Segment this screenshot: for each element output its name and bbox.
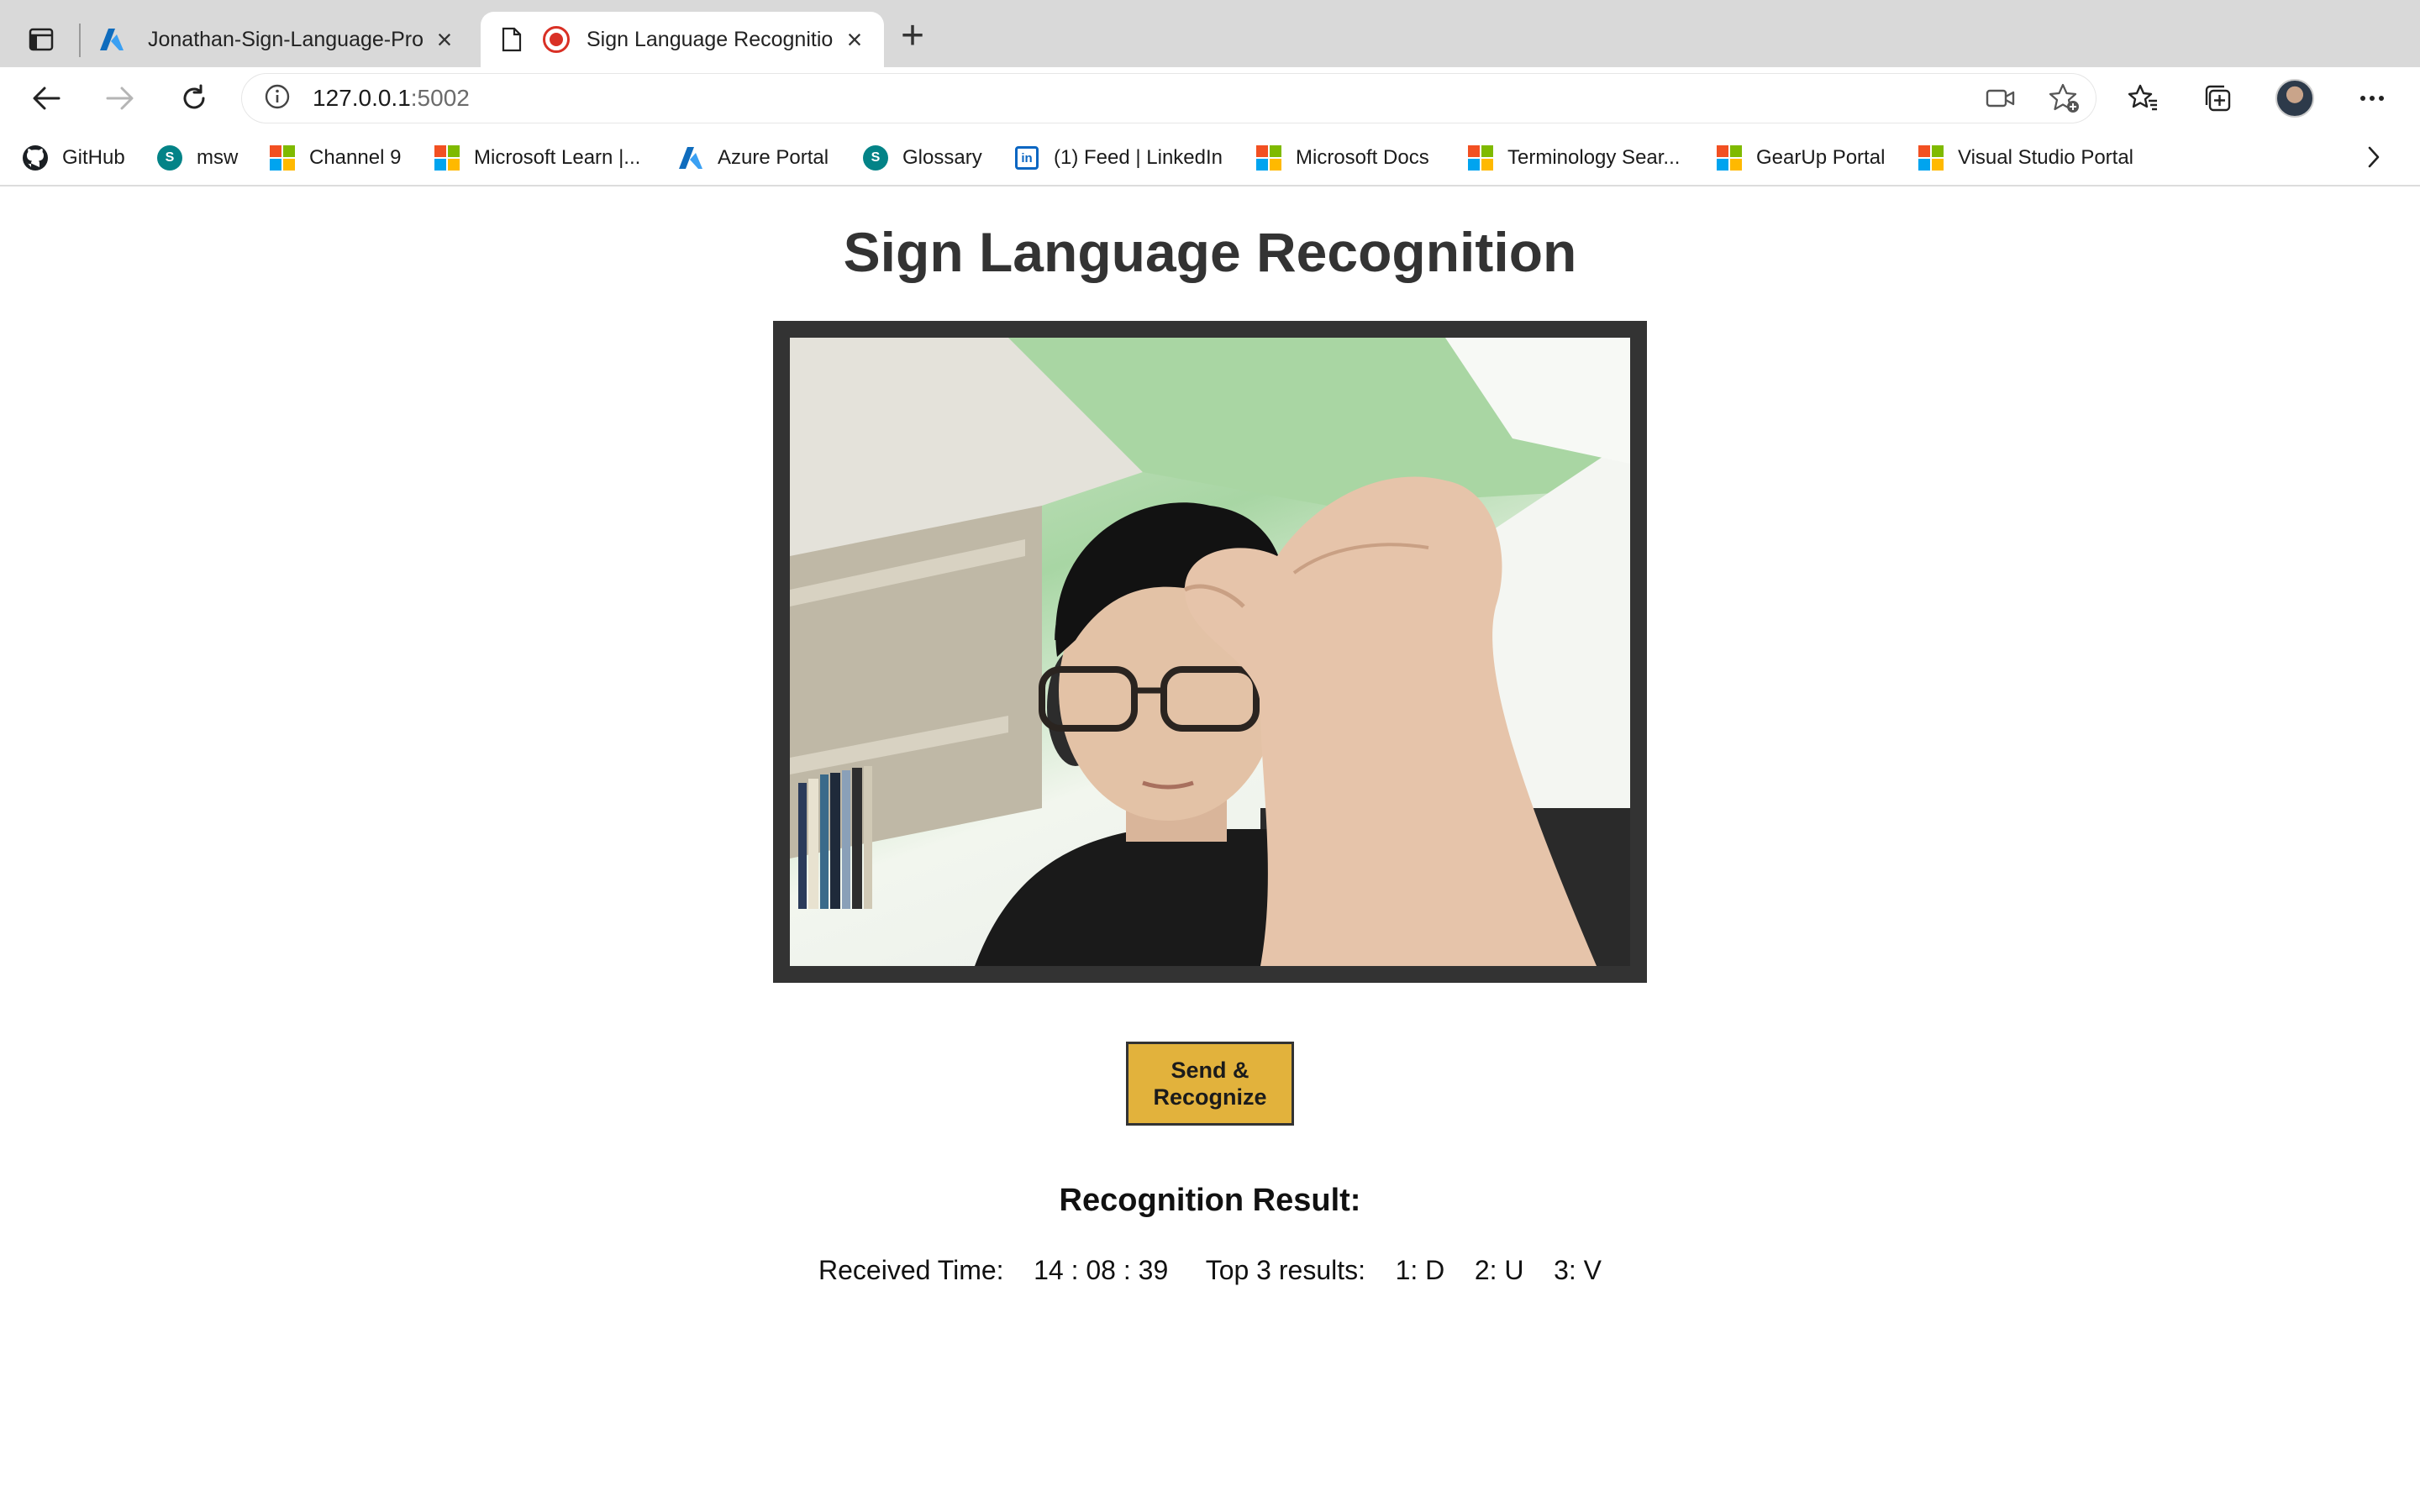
tab-title: Jonathan-Sign-Language-Pro xyxy=(148,27,424,51)
url-port: :5002 xyxy=(410,85,470,111)
linkedin-icon: in xyxy=(1013,144,1040,171)
close-tab-icon[interactable]: × xyxy=(842,26,867,53)
bookmark-label: (1) Feed | LinkedIn xyxy=(1054,146,1223,169)
bookmark-msw[interactable]: S msw xyxy=(156,141,238,175)
microsoft-icon xyxy=(1255,144,1282,171)
bookmark-microsoft-docs[interactable]: Microsoft Docs xyxy=(1255,141,1429,175)
tab-actions-icon[interactable] xyxy=(22,22,60,57)
bookmark-azure-portal[interactable]: Azure Portal xyxy=(677,141,829,175)
tab-strip: Jonathan-Sign-Language-Pro × Sign Langua… xyxy=(0,0,2420,67)
microsoft-icon xyxy=(1467,144,1494,171)
bookmark-label: Microsoft Docs xyxy=(1296,146,1429,169)
azure-icon xyxy=(677,144,704,171)
bookmark-label: Microsoft Learn |... xyxy=(474,146,641,169)
bookmark-label: GitHub xyxy=(62,146,125,169)
back-icon[interactable] xyxy=(25,77,67,119)
microsoft-icon xyxy=(1716,144,1743,171)
result-1: 1: D xyxy=(1395,1255,1445,1285)
bookmark-label: Channel 9 xyxy=(309,146,402,169)
browser-toolbar: 127.0.0.1:5002 xyxy=(0,67,2420,129)
bookmark-linkedin[interactable]: in (1) Feed | LinkedIn xyxy=(1013,141,1223,175)
page-content: Sign Language Recognition Send & Recogni… xyxy=(0,186,2420,1512)
site-info-icon[interactable] xyxy=(264,83,291,114)
bookmark-terminology-search[interactable]: Terminology Sear... xyxy=(1467,141,1680,175)
recognition-result-heading: Recognition Result: xyxy=(1059,1183,1361,1218)
top3-label: Top 3 results: xyxy=(1205,1255,1365,1285)
camera-in-use-icon[interactable] xyxy=(1980,74,2022,123)
send-recognize-button[interactable]: Send & Recognize xyxy=(1126,1042,1294,1126)
bookmark-label: Azure Portal xyxy=(718,146,829,169)
tab-azure-project[interactable]: Jonathan-Sign-Language-Pro × xyxy=(87,12,474,67)
github-icon xyxy=(22,144,49,171)
sharepoint-icon: S xyxy=(156,144,183,171)
page-title: Sign Language Recognition xyxy=(843,221,1577,283)
bookmarks-bar: GitHub S msw Channel 9 Microsoft Learn |… xyxy=(0,129,2420,186)
profile-avatar[interactable] xyxy=(2274,77,2316,119)
bookmark-visual-studio-portal[interactable]: Visual Studio Portal xyxy=(1918,141,2133,175)
new-tab-icon[interactable]: + xyxy=(896,16,929,56)
more-bookmarks-chevron-icon[interactable] xyxy=(2361,144,2386,170)
add-favorite-icon[interactable] xyxy=(2044,74,2086,123)
result-3: 3: V xyxy=(1554,1255,1602,1285)
webcam-video xyxy=(790,338,1630,966)
bookmark-channel-9[interactable]: Channel 9 xyxy=(269,141,401,175)
forward-icon[interactable] xyxy=(99,77,141,119)
received-time-value: 14 : 08 : 39 xyxy=(1034,1255,1169,1285)
refresh-icon[interactable] xyxy=(173,77,215,119)
webcam-frame xyxy=(773,321,1647,983)
result-2: 2: U xyxy=(1474,1255,1524,1285)
recognition-result-line: Received Time: 14 : 08 : 39 Top 3 result… xyxy=(0,1255,2420,1286)
close-tab-icon[interactable]: × xyxy=(432,26,457,53)
received-time-label: Received Time: xyxy=(818,1255,1004,1285)
microsoft-icon xyxy=(269,144,296,171)
bookmark-label: GearUp Portal xyxy=(1756,146,1886,169)
bookmark-label: msw xyxy=(197,146,239,169)
bookmark-glossary[interactable]: S Glossary xyxy=(862,141,982,175)
bookmark-label: Terminology Sear... xyxy=(1507,146,1681,169)
bookmark-microsoft-learn[interactable]: Microsoft Learn |... xyxy=(434,141,640,175)
bookmark-label: Visual Studio Portal xyxy=(1958,146,2134,169)
microsoft-icon xyxy=(434,144,460,171)
azure-icon xyxy=(97,25,126,54)
avatar xyxy=(2275,79,2314,118)
tab-sign-language-recognition[interactable]: Sign Language Recognitio × xyxy=(481,12,884,67)
microsoft-icon xyxy=(1918,144,1944,171)
bookmark-github[interactable]: GitHub xyxy=(22,141,125,175)
webcam-scene-illustration xyxy=(790,338,1630,966)
sharepoint-icon: S xyxy=(862,144,889,171)
favorites-icon[interactable] xyxy=(2123,77,2165,119)
more-options-icon[interactable] xyxy=(2351,77,2393,119)
recording-icon xyxy=(543,26,570,53)
page-icon xyxy=(497,25,526,54)
collections-icon[interactable] xyxy=(2196,77,2238,119)
tab-separator xyxy=(79,24,81,57)
tab-title: Sign Language Recognitio xyxy=(587,27,834,51)
url-host: 127.0.0.1 xyxy=(313,85,411,111)
bookmark-label: Glossary xyxy=(902,146,982,169)
bookmark-gearup-portal[interactable]: GearUp Portal xyxy=(1716,141,1885,175)
address-bar[interactable]: 127.0.0.1:5002 xyxy=(242,74,2096,123)
